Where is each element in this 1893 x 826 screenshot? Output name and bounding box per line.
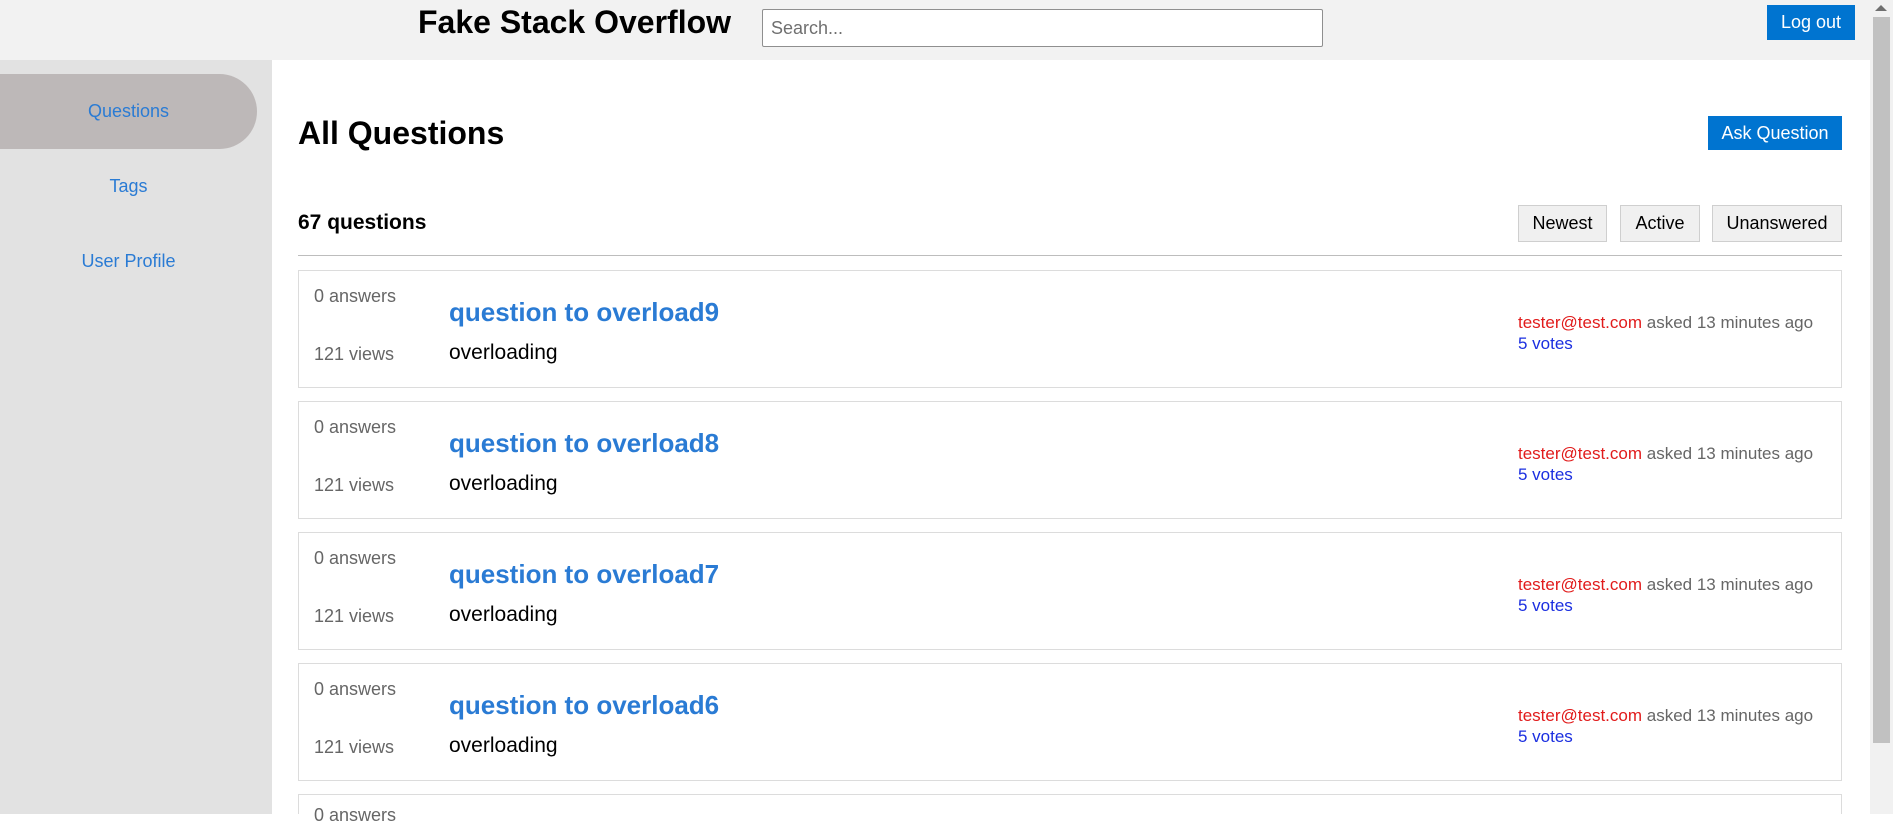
question-item: 0 answers 121 views question to overload…	[298, 270, 1842, 388]
question-meta: tester@test.com asked 13 minutes ago 5 v…	[1518, 574, 1813, 616]
question-meta: tester@test.com asked 13 minutes ago 5 v…	[1518, 312, 1813, 354]
question-item: 0 answers 121 views question to overload…	[298, 532, 1842, 650]
question-title-link[interactable]: question to overload6	[449, 690, 719, 721]
vote-count: 5 votes	[1518, 596, 1573, 615]
scroll-up-arrow-icon[interactable]	[1875, 5, 1887, 11]
view-count: 121 views	[314, 737, 395, 757]
sidebar-item-tags[interactable]: Tags	[0, 149, 257, 224]
answer-count: 0 answers	[314, 679, 397, 699]
view-count: 121 views	[314, 606, 395, 626]
question-tag[interactable]: overloading	[449, 603, 558, 627]
question-meta: tester@test.com asked 13 minutes ago 5 v…	[1518, 443, 1813, 485]
filter-newest-button[interactable]: Newest	[1518, 205, 1607, 242]
vote-count: 5 votes	[1518, 727, 1573, 746]
asked-time: asked 13 minutes ago	[1646, 444, 1814, 463]
question-author: tester@test.com	[1518, 575, 1643, 594]
page-title: All Questions	[298, 115, 505, 151]
view-count: 121 views	[314, 475, 395, 495]
scrollbar-thumb[interactable]	[1873, 17, 1890, 743]
question-author: tester@test.com	[1518, 444, 1643, 463]
question-item: 0 answers 121 views question to overload…	[298, 663, 1842, 781]
question-author: tester@test.com	[1518, 706, 1643, 725]
question-title-link[interactable]: question to overload8	[449, 428, 719, 459]
question-meta: tester@test.com asked 13 minutes ago 5 v…	[1518, 705, 1813, 747]
logout-button[interactable]: Log out	[1767, 5, 1855, 40]
question-title-link[interactable]: question to overload7	[449, 559, 719, 590]
question-item: 0 answers	[298, 794, 1842, 825]
sidebar: Questions Tags User Profile	[0, 60, 272, 814]
app-title: Fake Stack Overflow	[418, 4, 732, 40]
filter-unanswered-button[interactable]: Unanswered	[1712, 205, 1842, 242]
answer-count: 0 answers	[314, 805, 397, 825]
question-title-link[interactable]: question to overload9	[449, 297, 719, 328]
vote-count: 5 votes	[1518, 465, 1573, 484]
asked-time: asked 13 minutes ago	[1646, 706, 1814, 725]
question-tag[interactable]: overloading	[449, 341, 558, 365]
answer-count: 0 answers	[314, 417, 397, 437]
search-input[interactable]	[762, 9, 1323, 47]
asked-time: asked 13 minutes ago	[1646, 313, 1814, 332]
question-tag[interactable]: overloading	[449, 472, 558, 496]
question-item: 0 answers 121 views question to overload…	[298, 401, 1842, 519]
question-count: 67 questions	[298, 211, 427, 234]
answer-count: 0 answers	[314, 286, 397, 306]
answer-count: 0 answers	[314, 548, 397, 568]
sidebar-item-questions[interactable]: Questions	[0, 74, 257, 149]
vote-count: 5 votes	[1518, 334, 1573, 353]
asked-time: asked 13 minutes ago	[1646, 575, 1814, 594]
divider	[298, 255, 1842, 256]
filter-active-button[interactable]: Active	[1620, 205, 1700, 242]
question-author: tester@test.com	[1518, 313, 1643, 332]
sidebar-item-user-profile[interactable]: User Profile	[0, 224, 257, 299]
ask-question-button[interactable]: Ask Question	[1708, 116, 1842, 150]
top-header: Fake Stack Overflow Log out	[0, 0, 1870, 60]
question-tag[interactable]: overloading	[449, 734, 558, 758]
view-count: 121 views	[314, 344, 395, 364]
